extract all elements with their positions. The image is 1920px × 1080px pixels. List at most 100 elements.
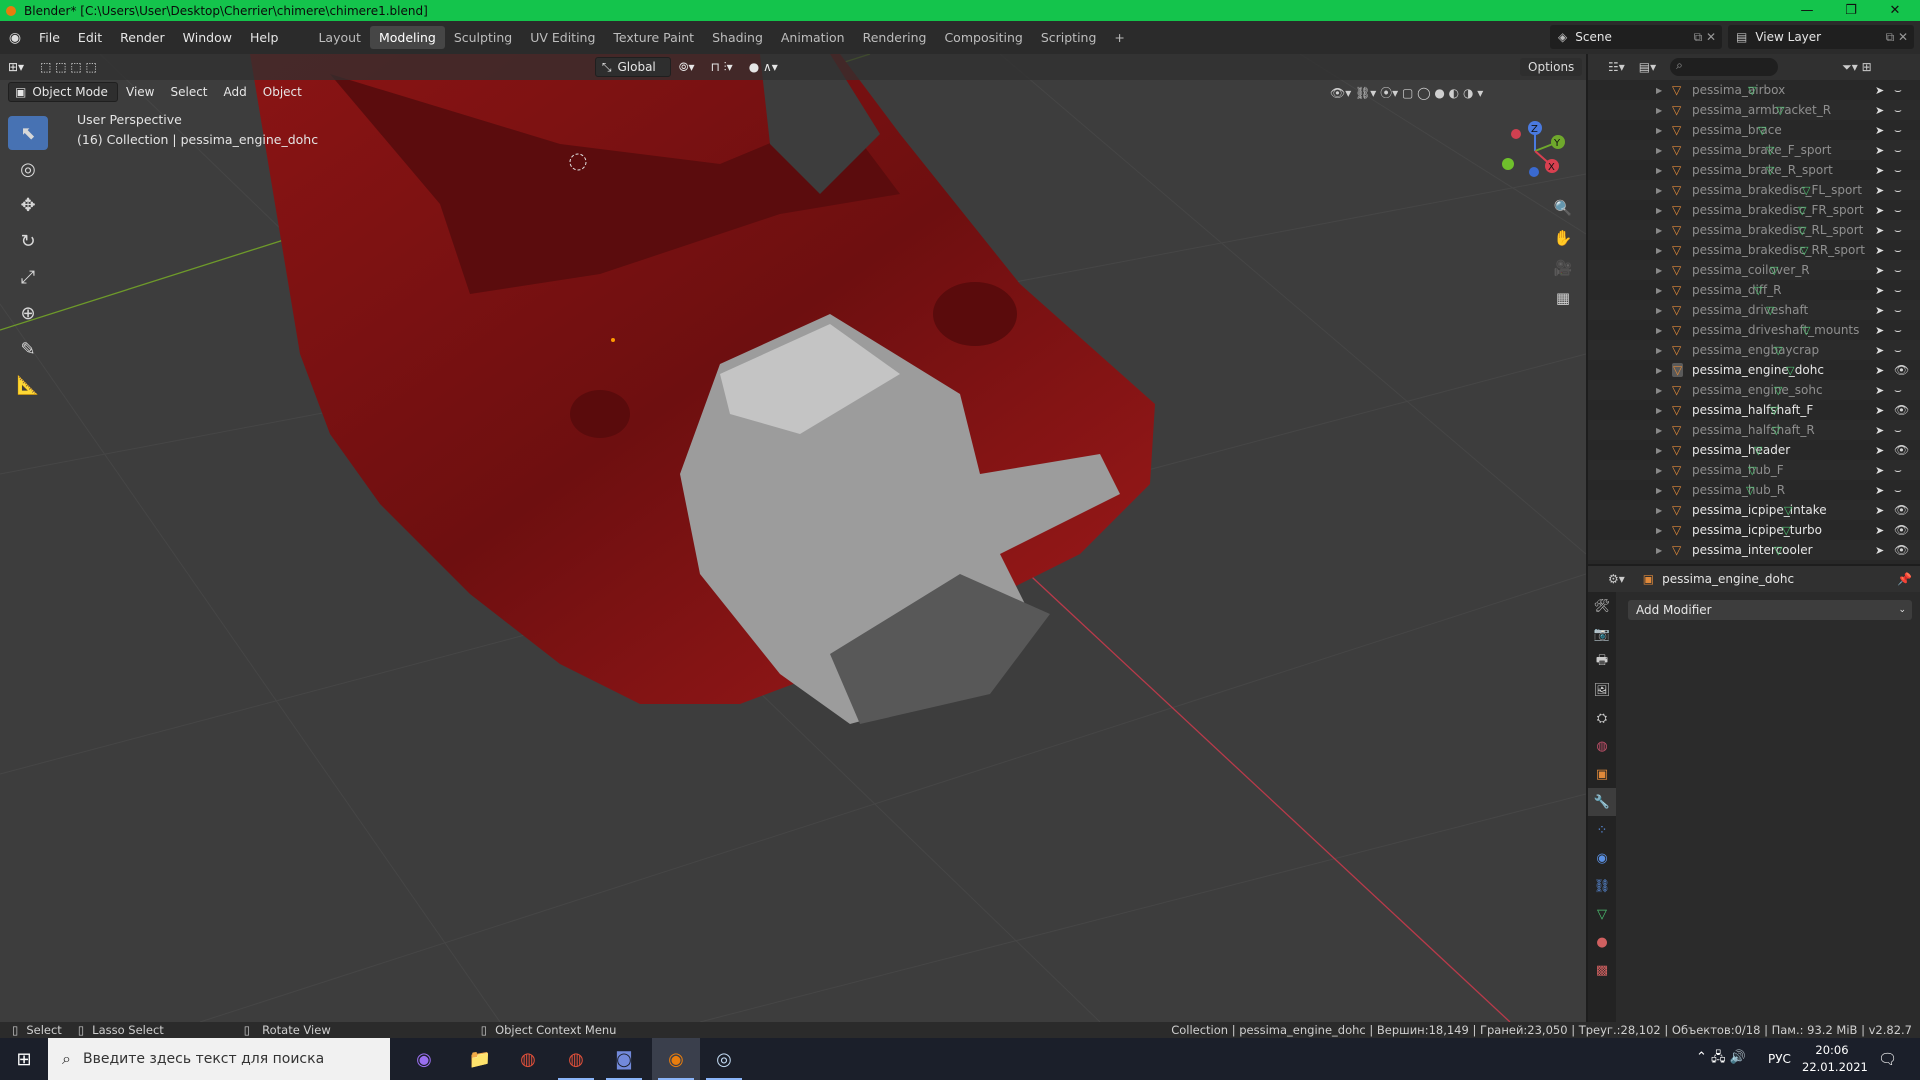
menu-add[interactable]: Add (216, 82, 255, 102)
select-arrow-icon[interactable]: ➤ (1875, 124, 1884, 137)
render-tab-icon[interactable]: 📷 (1588, 620, 1616, 648)
eye-closed-icon[interactable]: ⌣ (1894, 243, 1902, 258)
mesh-data-icon[interactable]: ▽ (1786, 364, 1794, 377)
menu-object[interactable]: Object (255, 82, 310, 102)
mesh-data-icon[interactable]: ▽ (1784, 504, 1792, 517)
outliner-row[interactable]: ▶ ▽ pessima_brakedisc_RR_sport ▽ ➤ ⌣ (1588, 240, 1920, 260)
eye-closed-icon[interactable]: ⌣ (1894, 103, 1902, 118)
eye-open-icon[interactable]: 👁 (1894, 403, 1909, 417)
expand-arrow-icon[interactable]: ▶ (1656, 86, 1662, 95)
taskbar-search-input[interactable]: ⌕ Введите здесь текст для поиска (48, 1038, 390, 1080)
eye-closed-icon[interactable]: ⌣ (1894, 163, 1902, 178)
expand-arrow-icon[interactable]: ▶ (1656, 246, 1662, 255)
add-workspace-button[interactable]: + (1105, 26, 1133, 49)
select-arrow-icon[interactable]: ➤ (1875, 324, 1884, 337)
select-arrow-icon[interactable]: ➤ (1875, 524, 1884, 537)
mesh-data-icon[interactable]: ▽ (1748, 464, 1756, 477)
cursor-tool-icon[interactable]: ◎ (8, 152, 48, 186)
select-mode-icon[interactable]: ⬚ ⬚ ⬚ ⬚ (32, 57, 105, 77)
expand-arrow-icon[interactable]: ▶ (1656, 306, 1662, 315)
outliner-row[interactable]: ▶ ▽ pessima_engine_sohc ▽ ➤ ⌣ (1588, 380, 1920, 400)
select-arrow-icon[interactable]: ➤ (1875, 384, 1884, 397)
expand-arrow-icon[interactable]: ▶ (1656, 546, 1662, 555)
transform-tool-icon[interactable]: ⊕ (8, 296, 48, 330)
outliner-type-icon[interactable]: ☷▾ (1608, 60, 1625, 74)
expand-arrow-icon[interactable]: ▶ (1656, 346, 1662, 355)
gizmo-neg-x[interactable] (1511, 129, 1521, 139)
expand-arrow-icon[interactable]: ▶ (1656, 186, 1662, 195)
mesh-data-icon[interactable]: ▽ (1798, 204, 1806, 217)
expand-arrow-icon[interactable]: ▶ (1656, 486, 1662, 495)
outliner-row[interactable]: ▶ ▽ pessima_hub_F ▽ ➤ ⌣ (1588, 460, 1920, 480)
view-layer-tab-icon[interactable]: 🖼 (1588, 676, 1616, 704)
mesh-data-icon[interactable]: ▽ (1782, 524, 1790, 537)
properties-type-icon[interactable]: ⚙▾ (1608, 572, 1625, 586)
chrome-profile-icon[interactable]: ◍ (552, 1038, 600, 1080)
outliner-row[interactable]: ▶ ▽ pessima_brake_R_sport ▽ ➤ ⌣ (1588, 160, 1920, 180)
select-arrow-icon[interactable]: ➤ (1875, 84, 1884, 97)
menu-view[interactable]: View (118, 82, 162, 102)
texture-tab-icon[interactable]: ▩ (1588, 956, 1616, 984)
object-tab-icon[interactable]: ▣ (1588, 760, 1616, 788)
expand-arrow-icon[interactable]: ▶ (1656, 406, 1662, 415)
select-arrow-icon[interactable]: ➤ (1875, 484, 1884, 497)
expand-arrow-icon[interactable]: ▶ (1656, 466, 1662, 475)
mesh-data-icon[interactable]: ▽ (1802, 324, 1810, 337)
scene-selector[interactable]: ◈ Scene ⧉ ✕ (1550, 25, 1722, 49)
snap-icon[interactable]: ⊓ ⫶▾ (703, 57, 741, 78)
select-arrow-icon[interactable]: ➤ (1875, 364, 1884, 377)
mesh-data-icon[interactable]: ▽ (1746, 484, 1754, 497)
measure-tool-icon[interactable]: 📐 (8, 368, 48, 402)
mesh-data-icon[interactable]: ▽ (1774, 384, 1782, 397)
expand-arrow-icon[interactable]: ▶ (1656, 386, 1662, 395)
select-arrow-icon[interactable]: ➤ (1875, 244, 1884, 257)
select-arrow-icon[interactable]: ➤ (1875, 344, 1884, 357)
expand-arrow-icon[interactable]: ▶ (1656, 226, 1662, 235)
blender-taskbar-icon[interactable]: ◉ (652, 1038, 700, 1080)
select-arrow-icon[interactable]: ➤ (1875, 444, 1884, 457)
outliner-row[interactable]: ▶ ▽ pessima_hub_R ▽ ➤ ⌣ (1588, 480, 1920, 500)
mesh-data-icon[interactable]: ▽ (1776, 104, 1784, 117)
rotate-tool-icon[interactable]: ↻ (8, 224, 48, 258)
constraints-tab-icon[interactable]: ⛓ (1588, 872, 1616, 900)
visibility-gizmo-icons[interactable]: 👁▾ ⛓▾ ⦿▾ ▢ ◯ ● ◐ ◑ ▾ (1330, 84, 1483, 101)
eye-closed-icon[interactable]: ⌣ (1894, 143, 1902, 158)
eye-open-icon[interactable]: 👁 (1894, 543, 1909, 557)
mesh-data-icon[interactable]: ▽ (1798, 224, 1806, 237)
select-arrow-icon[interactable]: ➤ (1875, 164, 1884, 177)
material-tab-icon[interactable]: ● (1588, 928, 1616, 956)
pivot-icon[interactable]: ⦾▾ (671, 57, 703, 78)
particles-tab-icon[interactable]: ⁘ (1588, 816, 1616, 844)
expand-arrow-icon[interactable]: ▶ (1656, 266, 1662, 275)
menu-edit[interactable]: Edit (69, 30, 111, 45)
outliner-row[interactable]: ▶ ▽ pessima_icpipe_turbo ▽ ➤ 👁 (1588, 520, 1920, 540)
mesh-data-icon[interactable]: ▽ (1754, 444, 1762, 457)
navigation-gizmo[interactable]: Z Y X (1500, 116, 1570, 186)
eye-closed-icon[interactable]: ⌣ (1894, 343, 1902, 358)
tab-texture-paint[interactable]: Texture Paint (604, 26, 703, 49)
mesh-data-icon[interactable]: ▽ (1800, 244, 1808, 257)
expand-arrow-icon[interactable]: ▶ (1656, 446, 1662, 455)
outliner-row[interactable]: ▶ ▽ pessima_driveshaft ▽ ➤ ⌣ (1588, 300, 1920, 320)
output-tab-icon[interactable]: 🖶 (1588, 648, 1616, 676)
options-button[interactable]: Options (1520, 58, 1583, 76)
outliner-row[interactable]: ▶ ▽ pessima_brake_F_sport ▽ ➤ ⌣ (1588, 140, 1920, 160)
outliner-row[interactable]: ▶ ▽ pessima_airbox ▽ ➤ ⌣ (1588, 80, 1920, 100)
chrome-icon[interactable]: ◍ (504, 1038, 552, 1080)
select-arrow-icon[interactable]: ➤ (1875, 264, 1884, 277)
eye-closed-icon[interactable]: ⌣ (1894, 383, 1902, 398)
expand-arrow-icon[interactable]: ▶ (1656, 286, 1662, 295)
mesh-data-icon[interactable]: ▽ (1758, 124, 1766, 137)
view-layer-selector[interactable]: ▤ View Layer ⧉ ✕ (1728, 25, 1914, 49)
mesh-data-icon[interactable]: ▽ (1772, 424, 1780, 437)
eye-closed-icon[interactable]: ⌣ (1894, 83, 1902, 98)
select-box-tool-icon[interactable]: ⬉ (8, 116, 48, 150)
pin-icon[interactable]: 📌 (1897, 572, 1912, 586)
annotate-tool-icon[interactable]: ✎ (8, 332, 48, 366)
mesh-data-icon[interactable]: ▽ (1770, 404, 1778, 417)
scene-tab-icon[interactable]: ⛭ (1588, 704, 1616, 732)
tab-rendering[interactable]: Rendering (854, 26, 936, 49)
mesh-data-icon[interactable]: ▽ (1754, 284, 1762, 297)
editor-type-icon[interactable]: ⊞▾ (0, 57, 32, 77)
eye-closed-icon[interactable]: ⌣ (1894, 423, 1902, 438)
